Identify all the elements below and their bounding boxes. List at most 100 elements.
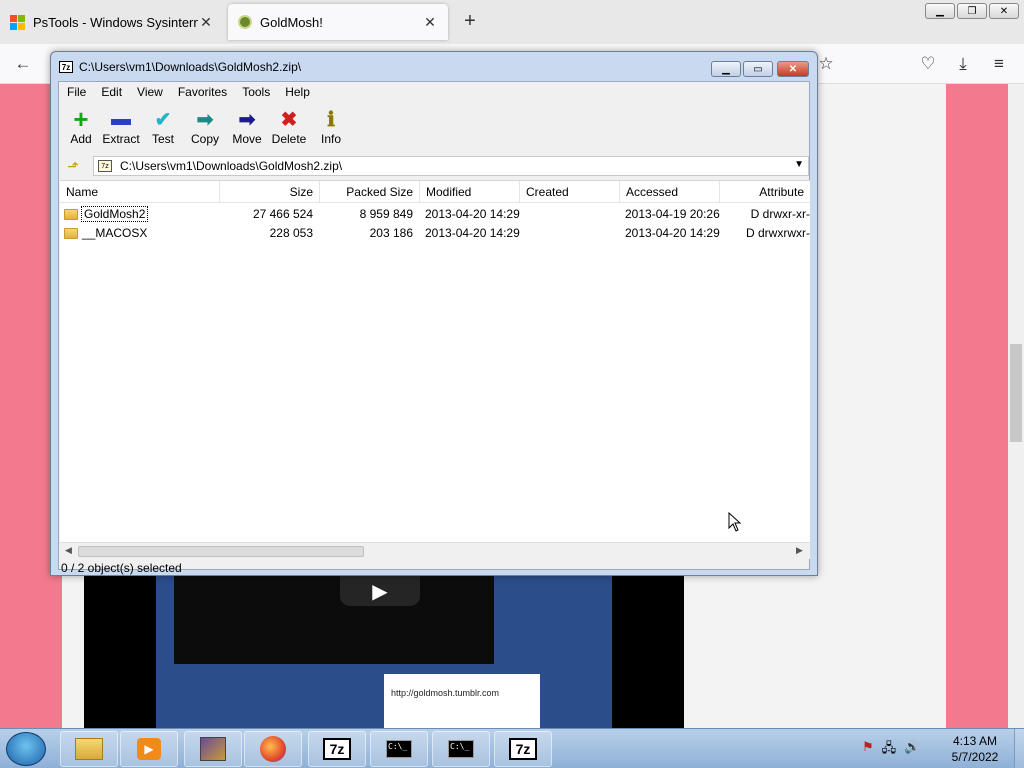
play-icon[interactable]: ▶	[340, 576, 420, 606]
folder-icon	[75, 738, 103, 760]
menu-help[interactable]: Help	[285, 85, 310, 99]
media-player-icon: ▶	[137, 738, 161, 760]
list-item[interactable]: GoldMosh2 27 466 524 8 959 849 2013-04-2…	[60, 205, 810, 224]
7zip-window[interactable]: 7z C:\Users\vm1\Downloads\GoldMosh2.zip\…	[50, 51, 818, 576]
file-size: 228 053	[269, 226, 313, 240]
column-created[interactable]: Created	[520, 181, 620, 203]
column-modified[interactable]: Modified	[420, 181, 520, 203]
add-label: Add	[70, 132, 92, 146]
dropdown-arrow-icon[interactable]: ▼	[794, 159, 804, 170]
taskbar-cmd-2[interactable]: C:\_	[432, 731, 490, 767]
file-attributes: D drwxrwxr-	[746, 226, 810, 240]
column-attribute[interactable]: Attribute	[720, 181, 810, 203]
column-size[interactable]: Size	[220, 181, 320, 203]
status-text: 0 / 2 object(s) selected	[61, 561, 182, 575]
taskbar-archive-app[interactable]	[184, 731, 242, 767]
add-icon: +	[73, 103, 89, 134]
list-item[interactable]: __MACOSX 228 053 203 186 2013-04-20 14:2…	[60, 224, 810, 243]
menu-icon[interactable]: ≡	[988, 54, 1010, 74]
file-list[interactable]: Name Size Packed Size Modified Created A…	[60, 180, 810, 542]
file-packed-size: 8 959 849	[359, 207, 413, 221]
browser-restore-button[interactable]: ❐	[957, 3, 987, 19]
file-created	[525, 224, 620, 243]
horizontal-scrollbar-thumb[interactable]	[78, 546, 364, 557]
windows-logo-icon	[10, 14, 25, 30]
close-button[interactable]: ✕	[777, 61, 809, 77]
column-accessed[interactable]: Accessed	[620, 181, 720, 203]
mouse-cursor-icon	[728, 512, 742, 532]
file-size: 27 466 524	[252, 207, 313, 221]
tab-title: GoldMosh!	[260, 14, 323, 30]
clock-time: 4:13 AM	[952, 734, 998, 748]
pink-right-border	[946, 84, 1008, 728]
file-packed-size: 203 186	[369, 226, 413, 240]
tab-close-icon[interactable]: ✕	[422, 14, 438, 31]
info-button[interactable]: ℹ Info	[309, 106, 353, 147]
tab-pstools[interactable]: PsTools - Windows Sysinternals ✕	[0, 0, 224, 44]
file-created	[525, 205, 620, 224]
pocket-icon[interactable]: ♡	[917, 54, 939, 74]
7zip-client-area: File Edit View Favorites Tools Help + Ad…	[58, 81, 810, 575]
column-name[interactable]: Name	[60, 181, 220, 203]
taskbar-media-player[interactable]: ▶	[120, 731, 178, 767]
taskbar-cmd-1[interactable]: C:\_	[370, 731, 428, 767]
folder-icon	[64, 209, 78, 221]
file-modified: 2013-04-20 14:29	[425, 226, 520, 240]
scroll-left-icon[interactable]: ◀	[65, 545, 72, 556]
clock[interactable]: 4:13 AM 5/7/2022	[940, 733, 1010, 765]
menu-view[interactable]: View	[137, 85, 163, 99]
toolbar: + Add ▬ Extract ✔ Test ➡ Copy ➡ Move ✖ D…	[59, 104, 809, 152]
tab-close-icon[interactable]: ✕	[198, 14, 214, 31]
video-player[interactable]: http://goldmosh.tumblr.com ▶	[84, 576, 684, 728]
start-button[interactable]	[6, 732, 46, 766]
path-combo[interactable]: 7z C:\Users\vm1\Downloads\GoldMosh2.zip\…	[93, 156, 809, 176]
menu-file[interactable]: File	[67, 85, 86, 99]
menu-favorites[interactable]: Favorites	[178, 85, 227, 99]
back-arrow-icon[interactable]: ←	[12, 54, 34, 74]
cmd-icon: C:\_	[386, 740, 412, 758]
add-button[interactable]: + Add	[59, 103, 103, 147]
horizontal-scrollbar[interactable]: ◀ ▶	[60, 542, 810, 559]
info-label: Info	[320, 132, 341, 146]
page-scrollbar-thumb[interactable]	[1010, 344, 1022, 442]
file-accessed: 2013-04-19 20:26	[625, 207, 720, 221]
taskbar-7zip-2[interactable]: 7z	[494, 731, 552, 767]
column-packed-size[interactable]: Packed Size	[320, 181, 420, 203]
browser-close-button[interactable]: ✕	[989, 3, 1019, 19]
scroll-right-icon[interactable]: ▶	[796, 545, 803, 556]
path-bar: ⬏ 7z C:\Users\vm1\Downloads\GoldMosh2.zi…	[59, 154, 809, 178]
bookmark-star-icon[interactable]: ☆	[815, 54, 837, 74]
maximize-button[interactable]: ▭	[743, 61, 773, 77]
menu-edit[interactable]: Edit	[101, 85, 122, 99]
system-tray: ⚑ 🖧 🔊	[862, 739, 920, 761]
taskbar-7zip[interactable]: 7z	[308, 731, 366, 767]
show-desktop-button[interactable]	[1014, 729, 1024, 768]
info-icon: ℹ	[327, 108, 335, 131]
copy-button[interactable]: ➡ Copy	[183, 106, 227, 147]
network-icon[interactable]: 🖧	[882, 739, 897, 761]
extract-button[interactable]: ▬ Extract	[99, 106, 143, 147]
test-button[interactable]: ✔ Test	[141, 106, 185, 147]
7zip-icon: 7z	[509, 738, 537, 760]
goldmosh-favicon-icon	[238, 15, 252, 29]
new-tab-button[interactable]: +	[458, 10, 482, 33]
download-icon[interactable]: ⤓	[952, 54, 974, 74]
menu-tools[interactable]: Tools	[242, 85, 270, 99]
tab-goldmosh[interactable]: GoldMosh! ✕	[228, 4, 448, 40]
delete-button[interactable]: ✖ Delete	[267, 106, 311, 147]
taskbar-explorer[interactable]	[60, 731, 118, 767]
video-keyboard-panel	[174, 576, 494, 664]
file-name: GoldMosh2	[80, 206, 149, 222]
folder-up-icon[interactable]: ⬏	[59, 158, 87, 175]
window-title-bar: 7z C:\Users\vm1\Downloads\GoldMosh2.zip\	[59, 60, 301, 74]
copy-icon: ➡	[196, 108, 214, 131]
move-button[interactable]: ➡ Move	[225, 106, 269, 147]
volume-icon[interactable]: 🔊	[904, 739, 920, 761]
taskbar-firefox[interactable]	[244, 731, 302, 767]
minimize-button[interactable]: ▁	[711, 61, 741, 77]
action-center-flag-icon[interactable]: ⚑	[862, 739, 874, 761]
page-scrollbar[interactable]	[1008, 84, 1024, 728]
7zip-logo-icon: 7z	[59, 61, 73, 73]
browser-minimize-button[interactable]: ▁	[925, 3, 955, 19]
copy-label: Copy	[190, 132, 219, 146]
